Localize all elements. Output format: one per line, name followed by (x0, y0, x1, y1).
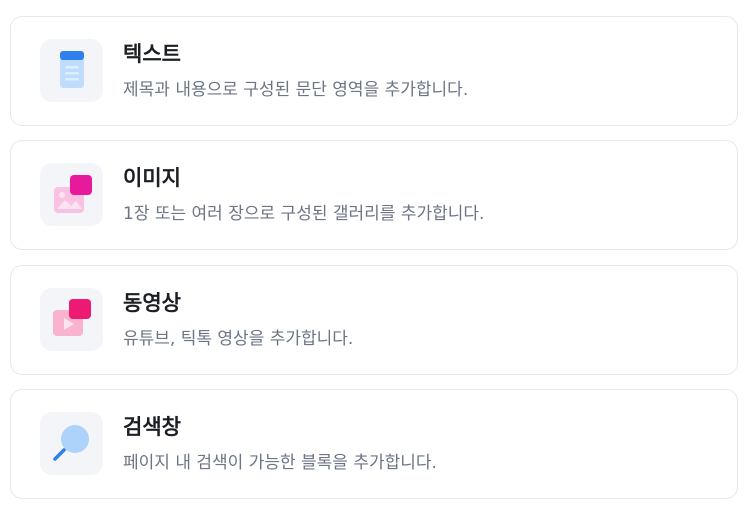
video-play-icon (40, 288, 103, 351)
block-title: 검색창 (123, 415, 181, 439)
block-description: 페이지 내 검색이 가능한 블록을 추가합니다. (123, 453, 437, 473)
block-title: 텍스트 (123, 42, 181, 66)
block-description: 1장 또는 여러 장으로 구성된 갤러리를 추가합니다. (123, 204, 485, 224)
image-gallery-icon (40, 163, 103, 226)
block-title: 이미지 (123, 166, 181, 190)
block-title: 동영상 (123, 291, 181, 315)
block-option-search[interactable]: 검색창 페이지 내 검색이 가능한 블록을 추가합니다. (10, 389, 738, 499)
block-description: 유튜브, 틱톡 영상을 추가합니다. (123, 329, 354, 349)
block-option-video[interactable]: 동영상 유튜브, 틱톡 영상을 추가합니다. (10, 265, 738, 375)
block-option-image[interactable]: 이미지 1장 또는 여러 장으로 구성된 갤러리를 추가합니다. (10, 140, 738, 250)
block-description: 제목과 내용으로 구성된 문단 영역을 추가합니다. (123, 80, 469, 100)
search-magnifier-icon (40, 412, 103, 475)
block-option-text[interactable]: 텍스트 제목과 내용으로 구성된 문단 영역을 추가합니다. (10, 16, 738, 126)
text-document-icon (40, 39, 103, 102)
block-type-list: 텍스트 제목과 내용으로 구성된 문단 영역을 추가합니다. 이미지 1장 또는… (0, 0, 756, 514)
